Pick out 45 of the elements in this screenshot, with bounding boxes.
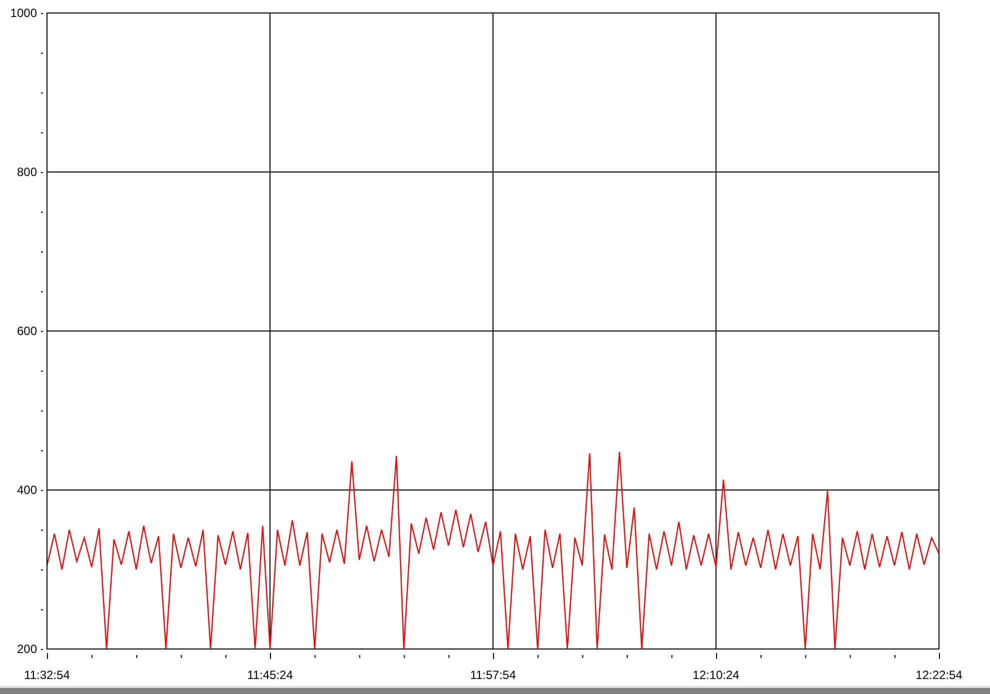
- tick-mark: [225, 655, 226, 658]
- tick-mark: [136, 655, 138, 658]
- tick-mark: [671, 655, 672, 658]
- tick-mark: [41, 649, 43, 650]
- tick-mark: [850, 655, 851, 658]
- axis-label: 12:22:54: [916, 668, 962, 682]
- tick-mark: [41, 530, 43, 531]
- tick-mark: [41, 172, 43, 173]
- tick-mark: [41, 410, 43, 412]
- tick-mark: [41, 291, 43, 292]
- tick-mark: [582, 655, 584, 658]
- tick-mark: [41, 331, 43, 332]
- axis-label: 11:32:54: [24, 668, 70, 682]
- tick-mark: [805, 655, 806, 658]
- tick-mark: [448, 655, 450, 658]
- tick-mark: [538, 655, 539, 658]
- tick-mark: [41, 490, 43, 491]
- tick-mark: [760, 655, 762, 658]
- tick-mark: [314, 655, 316, 658]
- tick-mark: [41, 609, 43, 610]
- tick-mark: [41, 13, 43, 14]
- tick-mark: [270, 653, 271, 659]
- tick-mark: [626, 655, 628, 658]
- tick-mark: [41, 212, 43, 213]
- axis-label: 1000: [10, 6, 37, 20]
- axis-label: 11:57:54: [470, 668, 516, 682]
- tick-mark: [92, 655, 93, 658]
- tick-mark: [939, 653, 940, 659]
- axis-label: 600: [16, 324, 37, 338]
- tick-mark: [41, 52, 43, 54]
- axis-label: 11:45:24: [247, 668, 293, 682]
- axis-label: 200: [16, 642, 37, 656]
- axis-label: 12:10:24: [692, 668, 740, 682]
- axis-label: 400: [16, 483, 37, 497]
- tick-mark: [41, 92, 43, 94]
- tick-mark: [404, 655, 405, 658]
- tick-mark: [41, 132, 43, 134]
- axis-label: 800: [16, 165, 37, 179]
- tick-mark: [894, 655, 896, 658]
- tick-mark: [359, 655, 360, 658]
- tick-mark: [41, 450, 43, 452]
- tick-mark: [41, 370, 43, 372]
- tick-mark: [493, 653, 494, 659]
- tick-mark: [716, 653, 717, 659]
- tick-mark: [180, 655, 182, 658]
